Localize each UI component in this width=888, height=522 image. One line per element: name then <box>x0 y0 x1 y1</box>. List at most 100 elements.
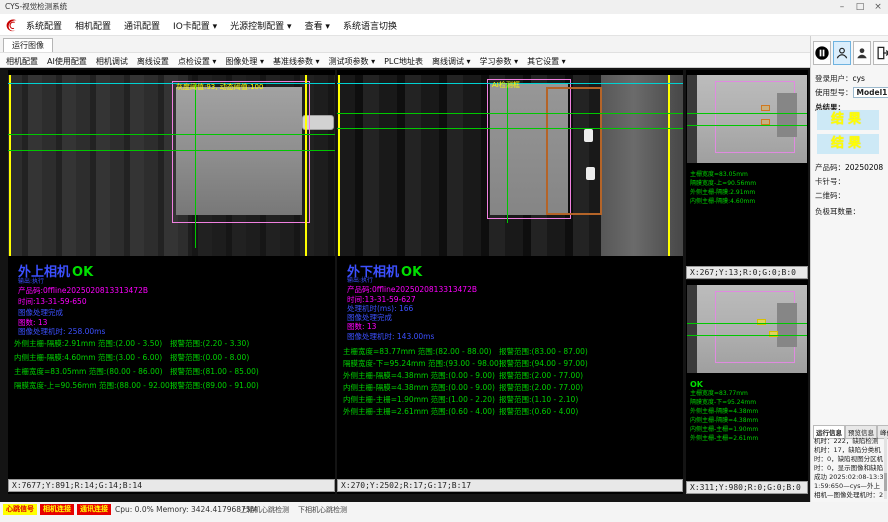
measurement-row: 内侧主栅-隔膜=4.38mm 范围:(0.00 - 9.00)报警范围:(2.0… <box>343 382 502 394</box>
comm-connection-badge: 通讯连接 <box>77 504 111 515</box>
minimize-button[interactable]: – <box>834 0 850 14</box>
app-logo-icon <box>4 17 20 33</box>
tb-ai-usage-config[interactable]: AI使用配置 <box>47 56 87 67</box>
measure-line-green <box>687 113 807 114</box>
upper-camera-heartbeat: 上相机心跳检测 <box>240 505 289 515</box>
pixel-coordinates-readout: X:311;Y:980;R:0;G:0;B:0 <box>686 481 808 494</box>
measurement-row: 主栅宽度=83.77mm 范围:(82.00 - 88.00)报警范围:(83.… <box>343 346 502 358</box>
threshold-overlay-label: 灰度阈值:93, 动态阈值:100 <box>176 82 263 92</box>
login-user-value: cys <box>853 74 865 83</box>
pause-button[interactable] <box>813 41 831 65</box>
maximize-button[interactable]: □ <box>852 0 868 14</box>
lower-camera-heartbeat: 下相机心跳检测 <box>298 505 347 515</box>
menu-item-io-card-config[interactable]: IO卡配置 ▾ <box>173 19 217 32</box>
time-line: 时间:13-31-59-650 <box>18 296 87 307</box>
measurement-row: 外侧主栅-隔膜:2.91mm 范围:(2.00 - 3.50)报警范围:(2.2… <box>14 338 173 352</box>
baseline-cyan <box>8 83 335 84</box>
thumb-measurements: 主栅宽度=83.05mm 隔膜宽度-上=90.56mm 外侧主栅-隔膜:2.91… <box>690 170 756 206</box>
measurement-row: 内侧主栅-隔膜:4.60mm 范围:(3.00 - 6.00)报警范围:(0.0… <box>14 352 173 366</box>
defect-mark-yellow <box>757 319 766 325</box>
cell-block <box>777 303 797 347</box>
baseline-yellow-left <box>9 75 11 256</box>
statusbar: 心跳信号 相机连接 通讯连接 Cpu: 0.0% Memory: 3424.41… <box>0 502 888 522</box>
menu-item-view[interactable]: 查看 ▾ <box>305 19 330 32</box>
tb-learning-params[interactable]: 学习参数 ▾ <box>480 56 519 67</box>
close-button[interactable]: × <box>870 0 886 14</box>
exit-icon <box>875 45 888 61</box>
tb-test-item-params[interactable]: 测试项参数 ▾ <box>329 56 376 67</box>
ai-box-overlay-label: AI检测框 <box>492 80 520 90</box>
product-code-row: 产品码：20250208 <box>815 162 883 173</box>
measure-line-green-vertical <box>195 83 196 248</box>
model-select[interactable]: Model1 <box>853 87 888 98</box>
tb-camera-debug[interactable]: 相机调试 <box>96 56 128 67</box>
pixel-coordinates-readout: X:7677;Y:891;R:14;G:14;B:14 <box>8 479 335 492</box>
measurement-row: 隔膜宽度-下=95.24mm 范围:(93.00 - 98.00)报警范围:(9… <box>343 358 502 370</box>
camera-image-thumb-top[interactable] <box>687 75 807 163</box>
toolbar: 相机配置 AI使用配置 相机调试 离线设置 点检设置 ▾ 图像处理 ▾ 基准线参… <box>0 52 888 68</box>
machine-edge <box>687 75 697 163</box>
menu-item-language-switch[interactable]: 系统语言切换 <box>343 19 397 32</box>
machine-column <box>601 75 683 256</box>
result-badge-bottom: 结果 <box>817 134 879 154</box>
result-badge-top: 结果 <box>817 110 879 130</box>
measurement-row: 内侧主栅-主栅=1.90mm 范围:(1.00 - 2.20)报警范围:(1.1… <box>343 394 502 406</box>
menubar: 系统配置 相机配置 通讯配置 IO卡配置 ▾ 光源控制配置 ▾ 查看 ▾ 系统语… <box>0 14 888 36</box>
barcode-line: 产品码:0ffline2025020813313472B <box>18 285 148 296</box>
tb-plc-address-table[interactable]: PLC地址表 <box>384 56 423 67</box>
tab-strip: 运行图像 <box>0 36 888 52</box>
model-row: 使用型号：Model1 <box>815 87 888 98</box>
tb-other-settings[interactable]: 其它设置 ▾ <box>527 56 566 67</box>
baseline-yellow-left <box>338 75 340 256</box>
user-button[interactable] <box>833 41 851 65</box>
log-scrollbar[interactable] <box>884 437 887 499</box>
measurement-row: 外侧主栅-主栅=2.61mm 范围:(0.60 - 4.00)报警范围:(0.6… <box>343 406 502 418</box>
camera-image-outer-top[interactable]: 灰度阈值:93, 动态阈值:100 <box>8 75 335 256</box>
menu-item-camera-config[interactable]: 相机配置 <box>75 19 111 32</box>
qr-code-label: 二维码： <box>815 190 845 201</box>
menu-item-system-config[interactable]: 系统配置 <box>26 19 62 32</box>
tb-image-processing[interactable]: 图像处理 ▾ <box>225 56 264 67</box>
cpu-memory-readout: Cpu: 0.0% Memory: 3424.41796875M <box>115 505 257 514</box>
menu-item-light-control-config[interactable]: 光源控制配置 ▾ <box>230 19 291 32</box>
window-title: CYS-视觉检测系统 <box>5 0 67 14</box>
tb-camera-config[interactable]: 相机配置 <box>6 56 38 67</box>
sub-status: 输出:执行 <box>347 275 373 284</box>
pixel-coordinates-readout: X:270;Y:2502;R:17;G:17;B:17 <box>337 479 683 492</box>
measurement-row: 主栅宽度=83.05mm 范围:(80.00 - 86.00)报警范围:(81.… <box>14 366 173 380</box>
pin-number-label: 卡针号： <box>815 176 845 187</box>
heartbeat-signal-badge: 心跳信号 <box>3 504 37 515</box>
camera-panel-outer-bottom: AI检测框 外下相机OK 输出:执行 产品码:0ffline2025020813… <box>337 70 683 494</box>
main-area: 灰度阈值:93, 动态阈值:100 外上相机OK 输出:执行 产品码:0ffli… <box>0 68 888 502</box>
baseline-yellow-right <box>305 75 307 256</box>
cell-block <box>777 93 797 137</box>
camera-panel-outer-top: 灰度阈值:93, 动态阈值:100 外上相机OK 输出:执行 产品码:0ffli… <box>8 70 335 494</box>
defect-mark-yellow <box>769 331 778 337</box>
tb-spotcheck-settings[interactable]: 点检设置 ▾ <box>178 56 217 67</box>
pause-icon <box>814 45 830 61</box>
measure-line-green <box>687 125 807 126</box>
tb-offline-debug[interactable]: 离线调试 ▾ <box>432 56 471 67</box>
operator-button[interactable] <box>853 41 871 65</box>
pixel-coordinates-readout: X:267;Y:13;R:0;G:0;B:0 <box>686 266 808 279</box>
camera-image-thumb-bottom[interactable] <box>687 285 807 373</box>
machine-edge <box>687 285 697 373</box>
camera-connection-badge: 相机连接 <box>40 504 74 515</box>
tab-run-image[interactable]: 运行图像 <box>3 38 53 52</box>
camera-image-outer-bottom[interactable]: AI检测框 <box>337 75 683 256</box>
measure-line-green <box>8 134 335 135</box>
measurement-row: 隔膜宽度-上=90.56mm 范围:(88.00 - 92.00)报警范围:(8… <box>14 380 173 394</box>
status-ok: OK <box>72 265 93 280</box>
defect-mark <box>761 105 770 111</box>
exit-button[interactable] <box>873 41 888 65</box>
measurement-list: 主栅宽度=83.77mm 范围:(82.00 - 88.00)报警范围:(83.… <box>343 346 502 418</box>
menu-item-comm-config[interactable]: 通讯配置 <box>124 19 160 32</box>
tb-offline-settings[interactable]: 离线设置 <box>137 56 169 67</box>
titlebar: CYS-视觉检测系统 – □ × <box>0 0 888 14</box>
tb-baseline-params[interactable]: 基准线参数 ▾ <box>273 56 320 67</box>
measure-line-green-vertical <box>507 83 508 223</box>
measurement-list: 外侧主栅-隔膜:2.91mm 范围:(2.00 - 3.50)报警范围:(2.2… <box>14 338 173 394</box>
measure-line-green <box>687 323 807 324</box>
measure-line-green <box>337 128 683 129</box>
status-ok: OK <box>401 265 422 280</box>
